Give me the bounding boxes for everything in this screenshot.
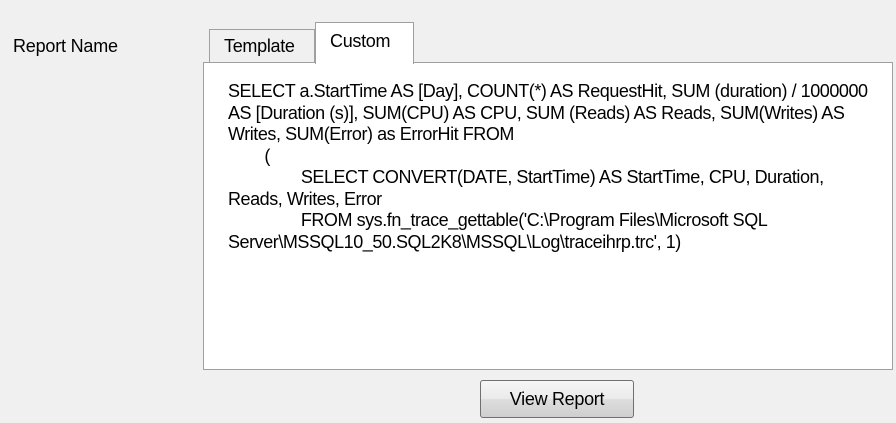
sql-query-textarea[interactable]: SELECT a.StartTime AS [Day], COUNT(*) AS…	[208, 65, 888, 363]
tab-template[interactable]: Template	[209, 29, 315, 62]
report-name-label: Report Name	[13, 36, 118, 56]
view-report-button[interactable]: View Report	[480, 380, 634, 418]
custom-tab-panel: SELECT a.StartTime AS [Day], COUNT(*) AS…	[203, 62, 893, 370]
tab-custom[interactable]: Custom	[315, 22, 414, 64]
